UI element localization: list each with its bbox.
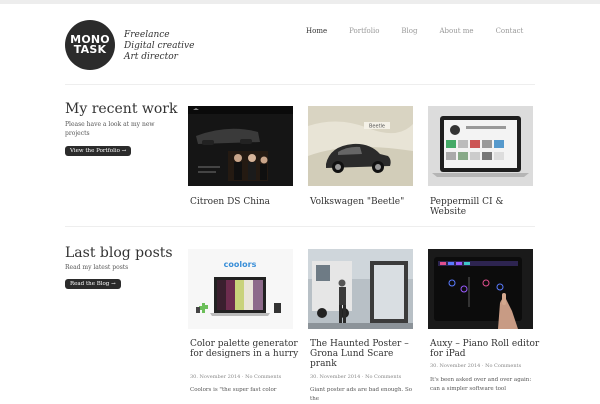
- header-divider: [65, 84, 535, 85]
- volkswagen-image: Beetle: [308, 106, 413, 186]
- peppermill-image: [428, 106, 533, 186]
- site-logo[interactable]: MONO TASK: [65, 20, 115, 70]
- section-divider: [65, 226, 535, 227]
- blog-post-meta-3: 30. November 2014 · No Comments: [430, 363, 522, 369]
- nav-portfolio[interactable]: Portfolio: [349, 27, 379, 35]
- blog-section-desc: Read my latest posts: [65, 264, 129, 271]
- portfolio-caption-volkswagen[interactable]: Volkswagen "Beetle": [310, 197, 420, 207]
- portfolio-thumb-peppermill[interactable]: [428, 106, 533, 186]
- citroen-image: [188, 106, 293, 186]
- auxy-image: [428, 249, 533, 329]
- portfolio-caption-peppermill[interactable]: Peppermill CI & Website: [430, 197, 540, 217]
- blog-post-meta-1: 30. November 2014 · No Comments: [190, 374, 282, 380]
- site-tagline: Freelance Digital creative Art director: [124, 30, 194, 63]
- top-strip: [0, 0, 600, 4]
- portfolio-section-title: My recent work: [65, 101, 178, 117]
- view-portfolio-button[interactable]: View the Portfolio →: [65, 146, 132, 156]
- vw-sign-text: Beetle: [369, 124, 385, 130]
- blog-post-excerpt-3: It's been asked over and over again: can…: [430, 377, 532, 392]
- nav-contact[interactable]: Contact: [496, 27, 524, 35]
- nav-home[interactable]: Home: [306, 27, 327, 35]
- blog-thumb-haunted-poster[interactable]: [308, 249, 413, 329]
- blog-thumb-coolors[interactable]: coolors: [188, 249, 293, 329]
- blog-post-excerpt-1: Coolors is "the super fast color: [190, 387, 277, 393]
- nav-about[interactable]: About me: [439, 27, 473, 35]
- blog-post-title-1[interactable]: Color palette generator for designers in…: [190, 339, 300, 359]
- main-nav: Home Portfolio Blog About me Contact: [306, 27, 545, 35]
- haunted-poster-image: [308, 249, 413, 329]
- nav-blog[interactable]: Blog: [401, 27, 417, 35]
- blog-section-title: Last blog posts: [65, 245, 173, 261]
- tagline-line-3: Art director: [124, 52, 178, 62]
- portfolio-thumb-citroen[interactable]: [188, 106, 293, 186]
- blog-post-excerpt-2: Giant poster ads are bad enough. So the: [310, 387, 413, 402]
- blog-post-meta-2: 30. November 2014 · No Comments: [310, 374, 402, 380]
- blog-post-title-2[interactable]: The Haunted Poster – Grona Lund Scare pr…: [310, 339, 420, 369]
- tagline-line-1: Freelance: [124, 30, 170, 40]
- portfolio-caption-citroen[interactable]: Citroen DS China: [190, 197, 300, 207]
- blog-post-title-3[interactable]: Auxy – Piano Roll editor for iPad: [430, 339, 540, 359]
- blog-thumb-auxy[interactable]: [428, 249, 533, 329]
- portfolio-thumb-volkswagen[interactable]: Beetle: [308, 106, 413, 186]
- coolors-logo-text: coolors: [224, 260, 257, 269]
- logo-line-2: TASK: [73, 43, 107, 56]
- coolors-image: coolors: [188, 249, 293, 329]
- tagline-line-2: Digital creative: [124, 41, 195, 51]
- read-blog-button[interactable]: Read the Blog →: [65, 279, 121, 289]
- portfolio-section-desc: Please have a look at my new projects: [65, 121, 155, 137]
